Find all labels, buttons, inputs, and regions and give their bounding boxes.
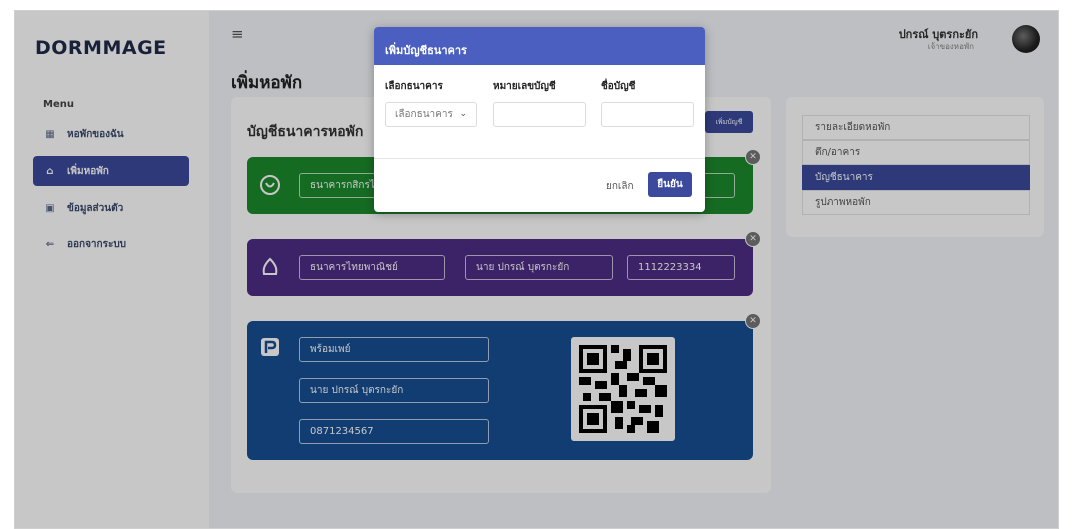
bank-select-label: เลือกธนาคาร	[385, 81, 443, 92]
modal-title: เพิ่มบัญชีธนาคาร	[374, 27, 705, 65]
modal-divider	[374, 158, 705, 159]
account-name-input[interactable]	[601, 102, 694, 127]
bank-select-value: เลือกธนาคาร	[395, 109, 453, 120]
confirm-button[interactable]: ยืนยัน	[648, 172, 692, 197]
account-number-label: หมายเลขบัญชี	[493, 81, 556, 92]
bank-select[interactable]: เลือกธนาคาร ⌄	[385, 102, 477, 127]
chevron-down-icon: ⌄	[459, 109, 467, 119]
account-number-input[interactable]	[493, 102, 586, 127]
app-window: DORMMAGE Menu ▦ หอพักของฉัน ⌂ เพิ่มหอพัก…	[14, 10, 1059, 529]
add-bank-account-modal: เพิ่มบัญชีธนาคาร เลือกธนาคาร หมายเลขบัญช…	[374, 27, 705, 212]
cancel-button[interactable]: ยกเลิก	[606, 179, 634, 194]
account-name-label: ชื่อบัญชี	[601, 81, 636, 92]
